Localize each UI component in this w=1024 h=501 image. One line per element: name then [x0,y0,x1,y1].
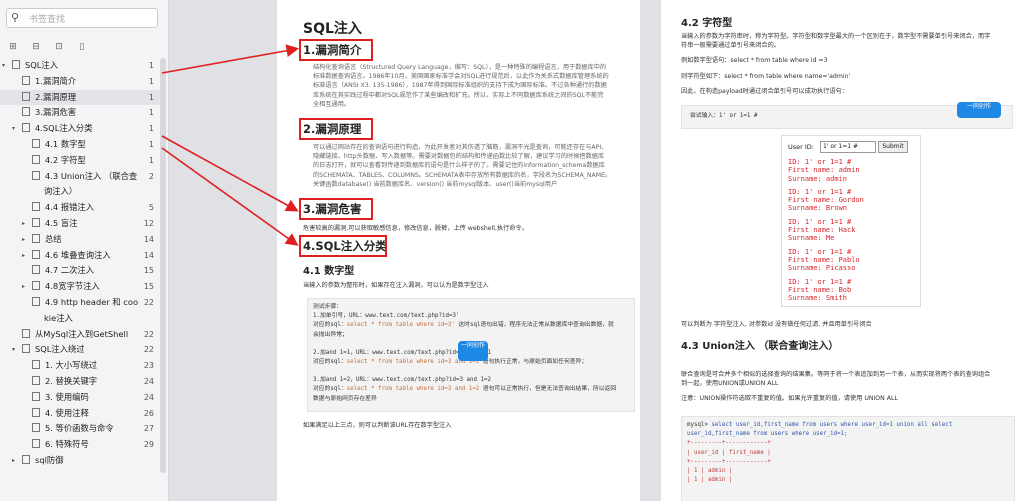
arrow-to-types [161,147,299,246]
arrow-to-harm [161,135,299,212]
arrow-to-intro [161,44,300,74]
annotation-arrows [161,44,300,246]
